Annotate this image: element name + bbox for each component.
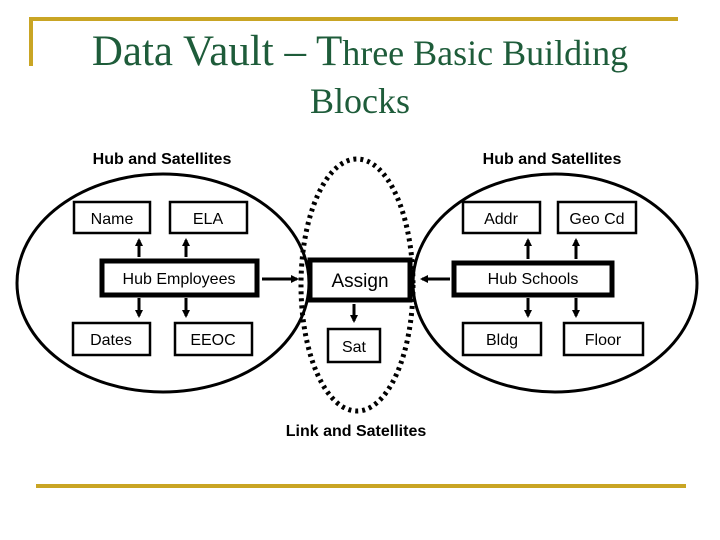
- satellite-label-geo-cd: Geo Cd: [569, 211, 624, 228]
- left-group-label: Hub and Satellites: [93, 151, 232, 168]
- satellite-label-dates: Dates: [90, 332, 132, 349]
- data-vault-diagram: Hub and Satellites Hub and Satellites Li…: [15, 151, 699, 440]
- satellite-label-name: Name: [91, 211, 134, 228]
- hub-label-schools: Hub Schools: [488, 271, 579, 288]
- link-group-label: Link and Satellites: [286, 423, 427, 440]
- satellite-label-sat: Sat: [342, 339, 367, 356]
- hub-label-employees: Hub Employees: [123, 271, 236, 288]
- right-group-label: Hub and Satellites: [483, 151, 622, 168]
- satellite-label-ela: ELA: [193, 211, 224, 228]
- link-label-assign: Assign: [331, 271, 388, 292]
- satellite-label-floor: Floor: [585, 332, 622, 349]
- satellite-label-eeoc: EEOC: [190, 332, 235, 349]
- satellite-label-bldg: Bldg: [486, 332, 518, 349]
- bottom-accent-rule: [36, 484, 686, 488]
- satellite-label-addr: Addr: [484, 211, 518, 228]
